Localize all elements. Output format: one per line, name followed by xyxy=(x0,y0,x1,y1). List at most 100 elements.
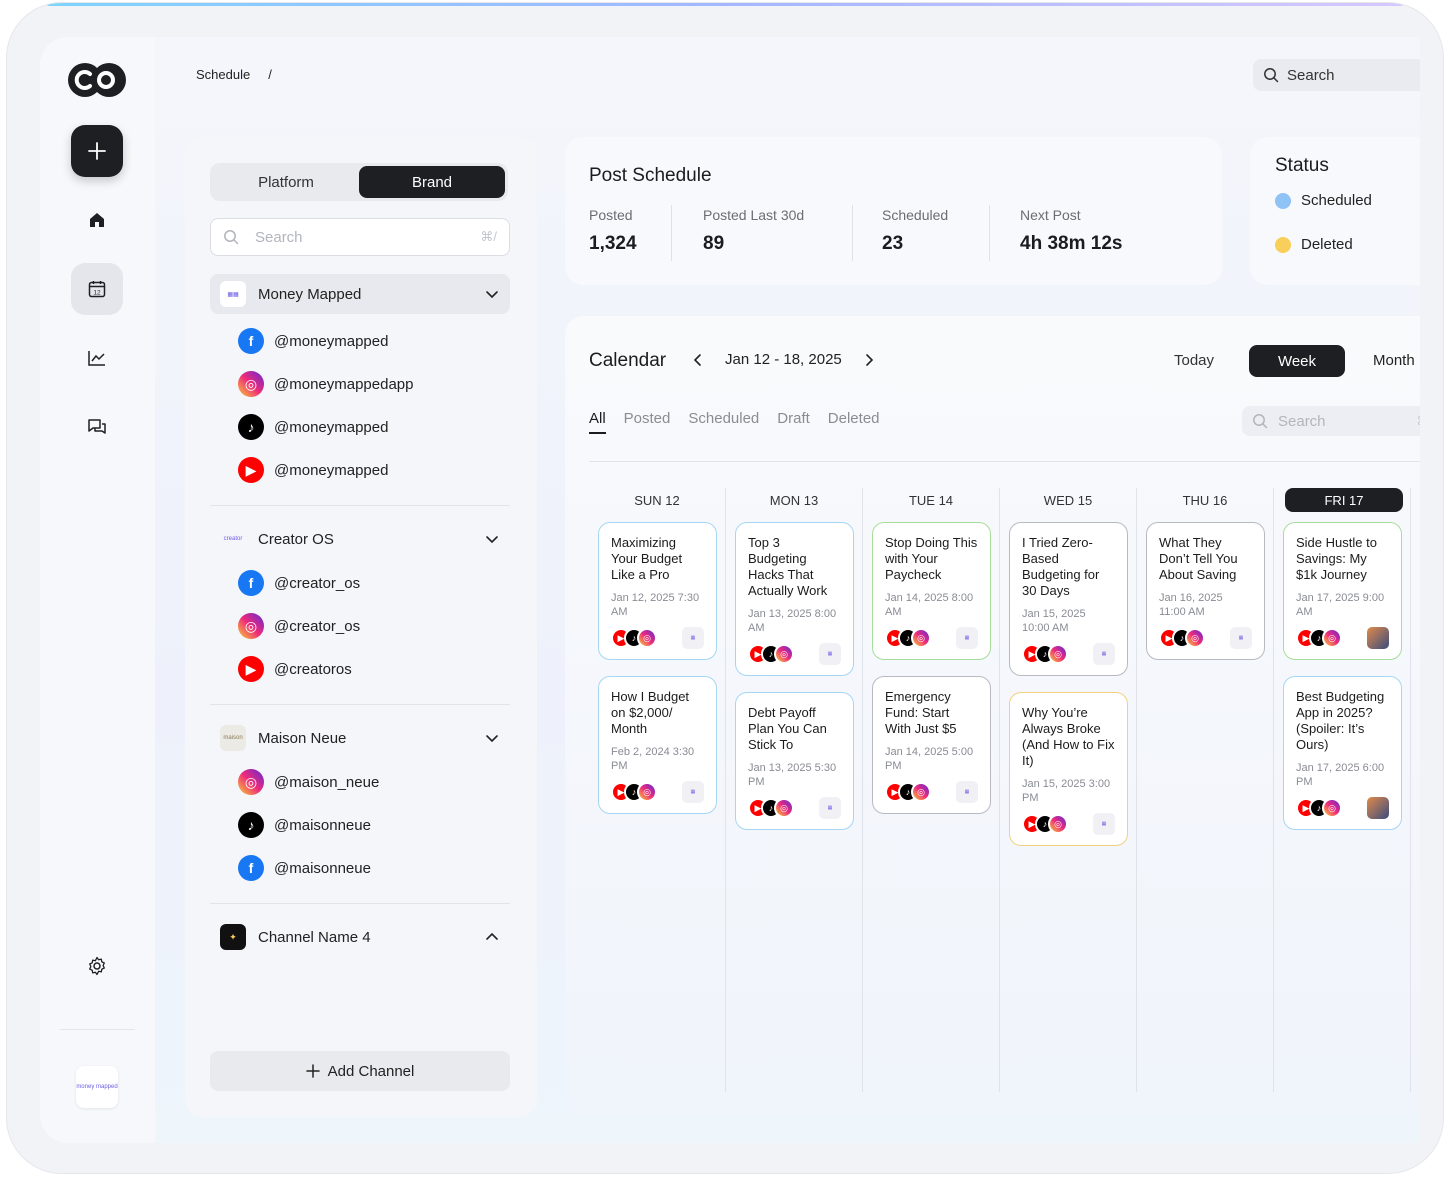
post-card[interactable]: Best Budgeting App in 2025? (Spoiler: It… xyxy=(1283,676,1402,830)
stat-label: Posted xyxy=(589,207,633,223)
channels-panel: Platform Brand Search ⌘/ ▦▦ Money Mapped… xyxy=(185,137,537,1117)
account-handle: @creator_os xyxy=(274,574,361,592)
post-card[interactable]: What They Don’t Tell You About Saving Ja… xyxy=(1146,522,1265,660)
channel-search-input[interactable]: Search ⌘/ xyxy=(210,218,510,256)
account-item[interactable]: f @creator_os xyxy=(238,568,360,598)
tab-scheduled[interactable]: Scheduled xyxy=(688,410,759,434)
create-post-button[interactable] xyxy=(71,125,123,177)
instagram-icon: ◎ xyxy=(1048,814,1068,834)
toggle-brand[interactable]: Brand xyxy=(359,166,505,198)
toggle-platform[interactable]: Platform xyxy=(213,166,359,198)
stat-label: Next Post xyxy=(1020,207,1081,223)
facebook-icon: f xyxy=(238,328,264,354)
instagram-icon: ◎ xyxy=(1322,798,1342,818)
app-logo-icon[interactable] xyxy=(68,63,126,97)
tab-all[interactable]: All xyxy=(589,410,606,434)
chevron-down-icon[interactable] xyxy=(484,730,500,746)
date-range-label: Jan 12 - 18, 2025 xyxy=(725,351,842,368)
account-item[interactable]: f @maisonneue xyxy=(238,853,371,883)
tab-draft[interactable]: Draft xyxy=(777,410,810,434)
search-icon xyxy=(1253,414,1268,429)
account-item[interactable]: ▶ @creatoros xyxy=(238,654,352,684)
chevron-left-icon[interactable] xyxy=(691,353,705,367)
breadcrumb-item[interactable]: Schedule xyxy=(196,67,250,82)
account-handle: @moneymappedapp xyxy=(274,375,414,393)
post-card[interactable]: Why You’re Always Broke (And How to Fix … xyxy=(1009,692,1128,846)
global-search-input[interactable]: Search xyxy=(1253,59,1420,91)
status-item-deleted[interactable]: Deleted xyxy=(1275,236,1353,253)
search-icon xyxy=(1264,68,1279,83)
status-dot xyxy=(1275,192,1291,209)
nav-messages[interactable] xyxy=(71,401,123,453)
tab-deleted[interactable]: Deleted xyxy=(828,410,880,434)
channel-search-placeholder: Search xyxy=(255,228,303,246)
chevron-down-icon[interactable] xyxy=(484,286,500,302)
day-header: TUE 14 xyxy=(908,492,954,508)
post-card[interactable]: Debt Payoff Plan You Can Stick To Jan 13… xyxy=(735,692,854,830)
month-view-button[interactable]: Month xyxy=(1373,352,1415,369)
instagram-icon: ◎ xyxy=(637,628,657,648)
post-platforms: ▶ ♪ ◎ ▦ xyxy=(748,797,841,819)
post-card[interactable]: Maximizing Your Budget Like a Pro Jan 12… xyxy=(598,522,717,660)
nav-calendar[interactable]: 12 xyxy=(71,263,123,315)
nav-analytics[interactable] xyxy=(71,332,123,384)
brand-row-channel-4[interactable]: ✦ Channel Name 4 xyxy=(210,917,510,957)
brand-photo-icon xyxy=(1367,627,1389,649)
add-channel-button[interactable]: Add Channel xyxy=(210,1051,510,1091)
instagram-icon: ◎ xyxy=(238,613,264,639)
tab-posted[interactable]: Posted xyxy=(624,410,671,434)
nav-settings[interactable] xyxy=(71,940,123,992)
stat-label: Scheduled xyxy=(882,207,949,223)
account-item[interactable]: f @moneymapped xyxy=(238,326,388,356)
frame-accent xyxy=(47,3,1403,6)
instagram-icon: ◎ xyxy=(238,371,264,397)
facebook-icon: f xyxy=(238,570,264,596)
post-date: Jan 13, 2025 5:30 PM xyxy=(748,762,837,788)
brand-row-maison-neue[interactable]: maison Maison Neue xyxy=(210,718,510,758)
brand-name: Maison Neue xyxy=(258,729,347,747)
brand-logo-icon: ▦ xyxy=(682,781,704,803)
post-title: Why You’re Always Broke (And How to Fix … xyxy=(1022,705,1115,768)
today-button[interactable]: Today xyxy=(1174,352,1214,369)
brand-logo: creator xyxy=(223,536,243,542)
brand-divider xyxy=(210,903,510,904)
workspace-avatar[interactable]: money mapped xyxy=(76,1066,118,1108)
account-handle: @creatoros xyxy=(274,660,352,678)
card-title: Post Schedule xyxy=(589,165,712,186)
chevron-right-icon[interactable] xyxy=(862,353,876,367)
chevron-up-icon[interactable] xyxy=(484,929,500,945)
account-handle: @moneymapped xyxy=(274,332,389,350)
post-card[interactable]: Side Hustle to Savings: My $1k Journey J… xyxy=(1283,522,1402,660)
post-card[interactable]: Emergency Fund: Start With Just $5 Jan 1… xyxy=(872,676,991,814)
workspace-logo-text: money mapped xyxy=(76,1084,118,1090)
post-date: Jan 16, 2025 11:00 AM xyxy=(1159,592,1223,618)
brand-divider xyxy=(210,704,510,705)
plus-icon xyxy=(305,1064,320,1078)
account-item[interactable]: ▶ @moneymapped xyxy=(238,455,388,485)
post-card[interactable]: Top 3 Budgeting Hacks That Actually Work… xyxy=(735,522,854,676)
brand-row-money-mapped[interactable]: ▦▦ Money Mapped xyxy=(210,274,510,314)
brand-name: Channel Name 4 xyxy=(258,928,371,946)
account-item[interactable]: ♪ @moneymapped xyxy=(238,412,388,442)
post-title: Emergency Fund: Start With Just $5 xyxy=(885,689,957,736)
account-item[interactable]: ♪ @maisonneue xyxy=(238,810,371,840)
calendar-search-placeholder: Search xyxy=(1278,412,1326,430)
facebook-icon: f xyxy=(238,855,264,881)
post-card[interactable]: Stop Doing This with Your Paycheck Jan 1… xyxy=(872,522,991,660)
account-item[interactable]: ◎ @creator_os xyxy=(238,611,360,641)
week-view-button[interactable]: Week xyxy=(1249,345,1345,377)
account-item[interactable]: ◎ @moneymappedapp xyxy=(238,369,413,399)
account-handle: @maison_neue xyxy=(274,773,380,791)
account-handle: @maisonneue xyxy=(274,816,371,834)
post-card[interactable]: I Tried Zero-Based Budgeting for 30 Days… xyxy=(1009,522,1128,676)
chevron-down-icon[interactable] xyxy=(484,531,500,547)
post-card[interactable]: How I Budget on $2,000/ Month Feb 2, 202… xyxy=(598,676,717,814)
calendar-search-input[interactable]: Search ⌘/ xyxy=(1242,406,1420,436)
brand-row-creator-os[interactable]: creator Creator OS xyxy=(210,519,510,559)
account-item[interactable]: ◎ @maison_neue xyxy=(238,767,379,797)
day-header: THU 16 xyxy=(1182,492,1228,508)
brand-logo-icon: ▦ xyxy=(1230,627,1252,649)
post-title: Best Budgeting App in 2025? (Spoiler: It… xyxy=(1296,689,1385,752)
nav-home[interactable] xyxy=(71,194,123,246)
status-item-scheduled[interactable]: Scheduled xyxy=(1275,192,1372,209)
